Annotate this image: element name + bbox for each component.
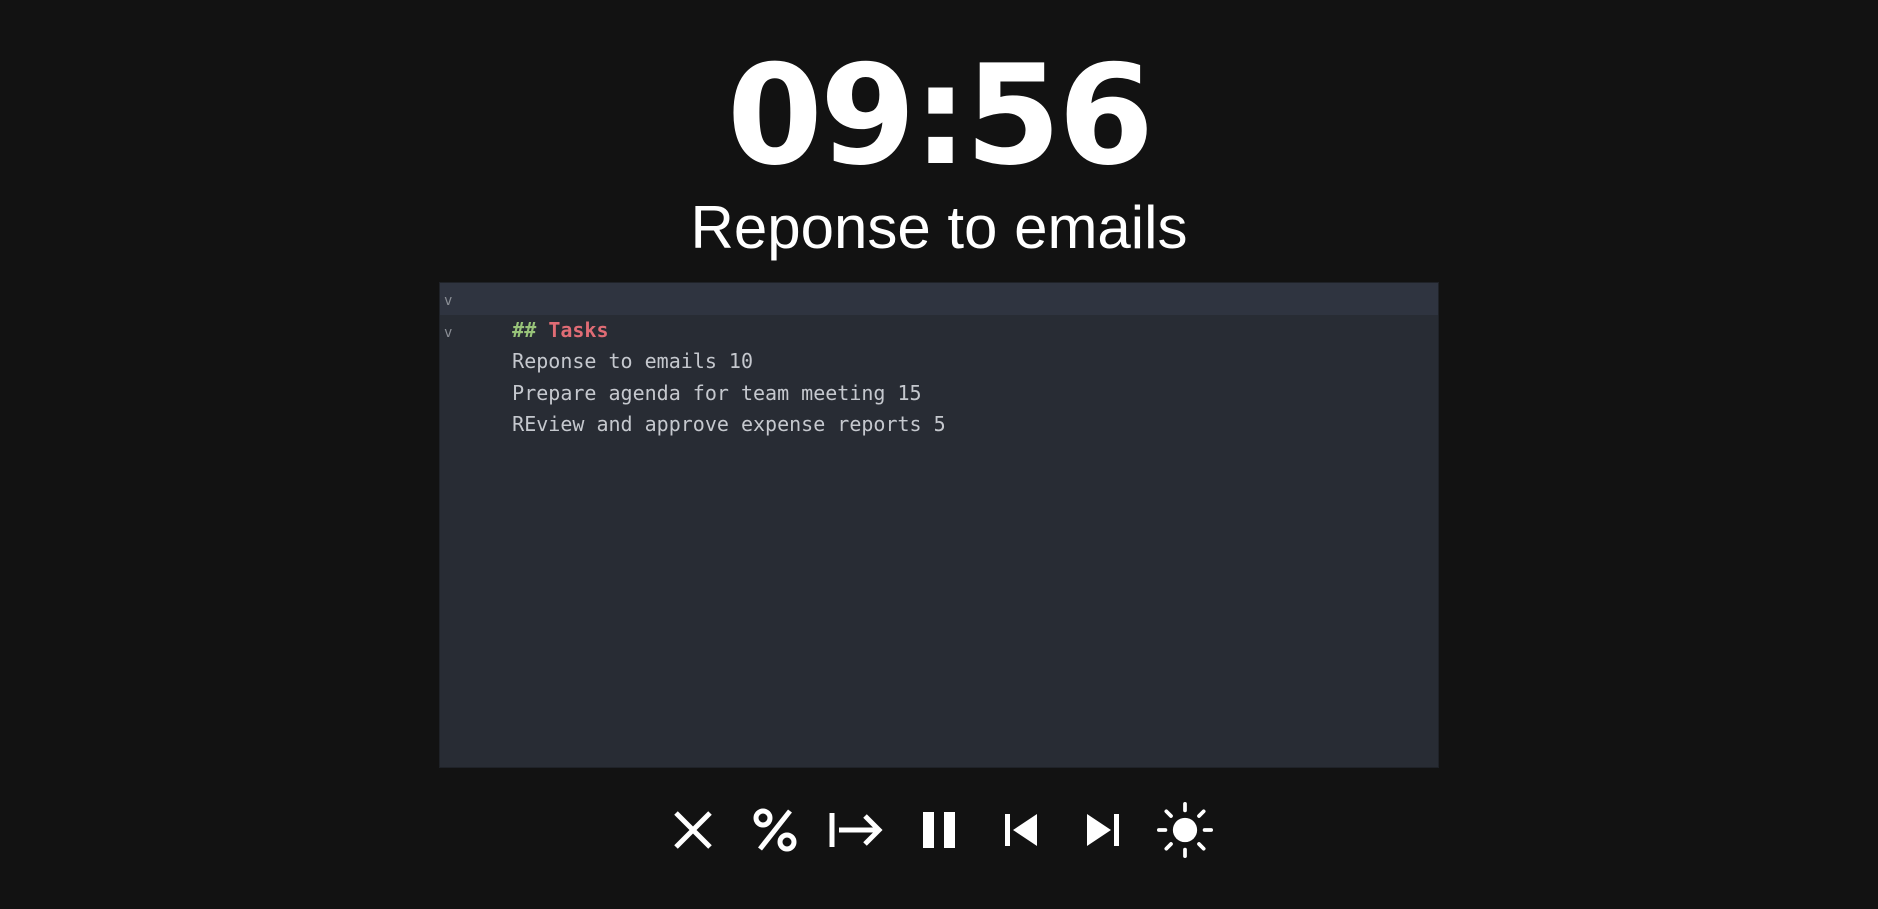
sun-icon bbox=[1157, 802, 1213, 858]
arrow-right-bar-icon bbox=[829, 813, 883, 847]
skip-previous-icon bbox=[1005, 814, 1037, 846]
task-line-text: REview and approve expense reports 5 bbox=[512, 412, 946, 436]
skip-next-icon bbox=[1087, 814, 1119, 846]
fold-marker[interactable]: v bbox=[444, 286, 452, 318]
fold-marker[interactable]: v bbox=[444, 318, 452, 350]
editor-line-heading[interactable]: v ## Tasks bbox=[440, 283, 1438, 342]
close-icon bbox=[674, 811, 712, 849]
next-button[interactable] bbox=[1075, 800, 1131, 860]
pause-button[interactable] bbox=[911, 800, 967, 860]
control-bar bbox=[0, 800, 1878, 860]
editor-line[interactable]: v Reponse to emails 10 bbox=[440, 315, 1438, 374]
editor-line[interactable]: REview and approve expense reports 5 bbox=[440, 378, 1438, 436]
pause-icon bbox=[923, 812, 955, 848]
editor-line[interactable]: Prepare agenda for team meeting 15 bbox=[440, 346, 1438, 405]
skip-to-end-button[interactable] bbox=[829, 800, 885, 860]
timer-display: 09:56 bbox=[726, 35, 1154, 196]
theme-toggle-button[interactable] bbox=[1157, 800, 1213, 860]
task-editor[interactable]: v ## Tasks v Reponse to emails 10 Prepare … bbox=[439, 282, 1439, 768]
previous-button[interactable] bbox=[993, 800, 1049, 860]
percent-icon bbox=[753, 808, 797, 852]
percent-button[interactable] bbox=[747, 800, 803, 860]
close-button[interactable] bbox=[665, 800, 721, 860]
current-task-label: Reponse to emails bbox=[690, 194, 1188, 261]
